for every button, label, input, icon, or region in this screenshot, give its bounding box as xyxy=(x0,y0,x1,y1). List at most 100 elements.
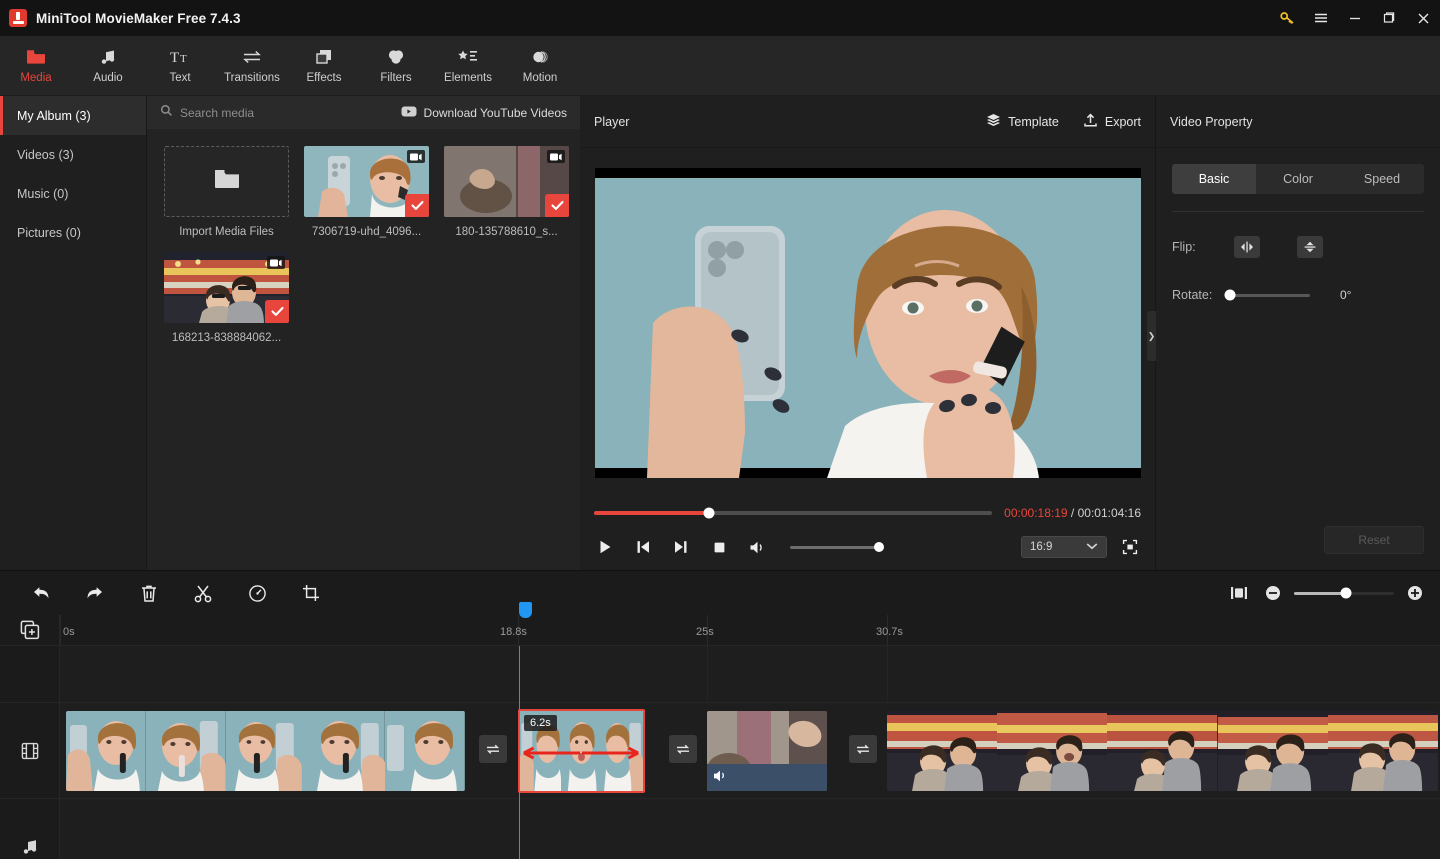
search-placeholder: Search media xyxy=(180,106,254,120)
track-body-overlay[interactable] xyxy=(60,646,1440,702)
timeline-clip-selected[interactable]: 6.2s xyxy=(518,709,645,793)
media-item[interactable]: 180-135788610_s... xyxy=(444,146,569,238)
reset-row: Reset xyxy=(1156,526,1440,570)
media-thumbnail[interactable] xyxy=(164,252,289,323)
sidebar-item-music[interactable]: Music (0) xyxy=(0,174,146,213)
download-youtube-videos-button[interactable]: Download YouTube Videos xyxy=(401,105,567,121)
transition-button[interactable] xyxy=(849,735,877,763)
toolbar-item-media[interactable]: Media xyxy=(0,36,72,96)
maximize-icon[interactable] xyxy=(1372,0,1406,36)
media-item[interactable]: 168213-838884062... xyxy=(164,252,289,344)
music-note-icon xyxy=(0,799,60,859)
export-upload-icon xyxy=(1083,113,1098,131)
tab-label: Speed xyxy=(1364,172,1400,186)
sidebar-item-pictures[interactable]: Pictures (0) xyxy=(0,213,146,252)
motion-circle-icon xyxy=(530,47,550,67)
flip-horizontal-icon[interactable] xyxy=(1234,236,1260,258)
fullscreen-icon[interactable] xyxy=(1119,536,1141,558)
toolbar-item-text[interactable]: TT Text xyxy=(144,36,216,96)
film-strip-icon xyxy=(0,703,60,798)
media-selected-check-icon[interactable] xyxy=(265,300,289,323)
timeline-clip[interactable] xyxy=(707,711,827,791)
aspect-ratio-value: 16:9 xyxy=(1030,541,1052,553)
toolbar-label: Motion xyxy=(523,72,558,84)
split-button[interactable] xyxy=(176,571,230,615)
toolbar-item-effects[interactable]: Effects xyxy=(288,36,360,96)
zoom-out-icon[interactable] xyxy=(1262,571,1284,615)
timeline-clip[interactable] xyxy=(66,711,465,791)
media-selected-check-icon[interactable] xyxy=(405,194,429,217)
app-title: MiniTool MovieMaker Free 7.4.3 xyxy=(36,11,241,26)
zoom-in-icon[interactable] xyxy=(1404,571,1426,615)
media-thumbnail[interactable] xyxy=(444,146,569,217)
volume-icon[interactable] xyxy=(746,536,768,558)
hamburger-menu-icon[interactable] xyxy=(1304,0,1338,36)
aspect-ratio-select[interactable]: 16:9 xyxy=(1021,536,1107,558)
playhead-marker[interactable] xyxy=(519,602,532,618)
seek-slider[interactable] xyxy=(594,511,992,515)
redo-button[interactable] xyxy=(68,571,122,615)
transition-button[interactable] xyxy=(479,735,507,763)
import-dropzone[interactable] xyxy=(164,146,289,217)
ruler-tick: 18.8s xyxy=(500,626,527,638)
ruler-scale[interactable]: 0s 18.8s 25s 30.7s xyxy=(60,615,1440,645)
toolbar-item-filters[interactable]: Filters xyxy=(360,36,432,96)
rotate-row: Rotate: 0° xyxy=(1172,282,1424,308)
add-media-button[interactable] xyxy=(0,615,60,645)
play-button[interactable] xyxy=(594,536,616,558)
layers-icon xyxy=(986,113,1001,130)
rotate-slider[interactable] xyxy=(1230,294,1310,297)
video-preview[interactable] xyxy=(595,168,1141,478)
template-button[interactable]: Template xyxy=(986,113,1059,131)
tab-speed[interactable]: Speed xyxy=(1340,164,1424,194)
time-separator: / xyxy=(1068,506,1078,520)
search-input[interactable]: Search media xyxy=(160,104,401,122)
current-time: 00:00:18:19 xyxy=(1004,506,1067,520)
close-icon[interactable] xyxy=(1406,0,1440,36)
skip-previous-icon[interactable] xyxy=(632,536,654,558)
tab-color[interactable]: Color xyxy=(1256,164,1340,194)
zoom-fill xyxy=(1294,592,1346,595)
toolbar-item-motion[interactable]: Motion xyxy=(504,36,576,96)
volume-handle[interactable] xyxy=(874,542,884,552)
transition-button[interactable] xyxy=(669,735,697,763)
media-grid-panel: Search media Download YouTube Videos xyxy=(147,96,580,570)
key-icon[interactable] xyxy=(1270,0,1304,36)
toolbar-item-transitions[interactable]: Transitions xyxy=(216,36,288,96)
zoom-slider[interactable] xyxy=(1294,592,1394,595)
player-title: Player xyxy=(594,115,629,129)
video-clips-container[interactable]: 6.2s xyxy=(60,703,1440,798)
divider xyxy=(1172,211,1424,212)
crop-button[interactable] xyxy=(284,571,338,615)
player-stage xyxy=(580,148,1155,498)
media-thumbnail[interactable] xyxy=(304,146,429,217)
flip-vertical-icon[interactable] xyxy=(1297,236,1323,258)
text-icon: TT xyxy=(169,47,191,67)
volume-slider[interactable] xyxy=(790,546,880,549)
zoom-handle[interactable] xyxy=(1341,588,1352,599)
skip-next-icon[interactable] xyxy=(670,536,692,558)
delete-button[interactable] xyxy=(122,571,176,615)
timeline-clip[interactable] xyxy=(887,711,1438,791)
import-media-tile[interactable]: Import Media Files xyxy=(164,146,289,238)
toolbar-item-elements[interactable]: Elements xyxy=(432,36,504,96)
stop-button[interactable] xyxy=(708,536,730,558)
ruler-tick: 0s xyxy=(63,626,75,638)
seek-handle[interactable] xyxy=(704,508,715,519)
reset-button[interactable]: Reset xyxy=(1324,526,1424,554)
sidebar-item-my-album[interactable]: My Album (3) xyxy=(0,96,146,135)
rotate-handle[interactable] xyxy=(1225,290,1236,301)
minimize-icon[interactable] xyxy=(1338,0,1372,36)
fit-to-window-icon[interactable] xyxy=(1226,571,1252,615)
export-button[interactable]: Export xyxy=(1083,113,1141,131)
sidebar-item-videos[interactable]: Videos (3) xyxy=(0,135,146,174)
media-selected-check-icon[interactable] xyxy=(545,194,569,217)
toolbar-label: Effects xyxy=(307,72,342,84)
undo-button[interactable] xyxy=(14,571,68,615)
toolbar-item-audio[interactable]: Audio xyxy=(72,36,144,96)
audio-clips-container[interactable] xyxy=(60,799,1440,859)
media-item[interactable]: 7306719-uhd_4096... xyxy=(304,146,429,238)
speed-button[interactable] xyxy=(230,571,284,615)
panel-collapse-toggle[interactable]: ❯ xyxy=(1147,311,1156,361)
tab-basic[interactable]: Basic xyxy=(1172,164,1256,194)
